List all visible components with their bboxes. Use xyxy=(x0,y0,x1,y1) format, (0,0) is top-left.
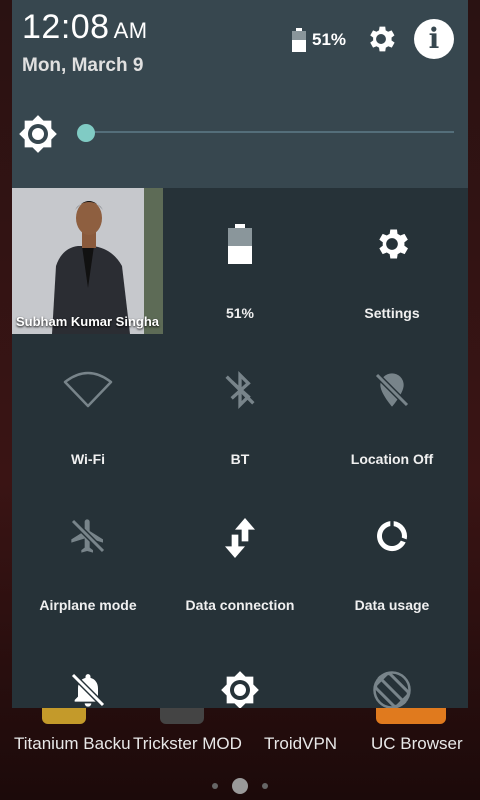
battery-status: 51% xyxy=(292,28,346,52)
tile-brightness[interactable] xyxy=(164,626,316,708)
tile-data-connection[interactable]: Data connection xyxy=(164,480,316,626)
gear-icon xyxy=(370,26,395,52)
battery-icon xyxy=(292,28,306,52)
page-dot xyxy=(212,783,218,789)
tile-settings[interactable]: Settings xyxy=(316,188,468,334)
tile-label: Wi-Fi xyxy=(70,451,106,467)
location-off-icon xyxy=(374,372,410,408)
app-label-troidvpn[interactable]: TroidVPN xyxy=(264,734,337,754)
tile-label: Settings xyxy=(364,305,420,321)
tile-airplane-mode[interactable]: Airplane mode xyxy=(12,480,164,626)
battery-percent: 51% xyxy=(312,30,347,49)
page-indicator xyxy=(0,778,480,794)
gear-icon xyxy=(379,229,408,259)
shade-header: 12:08 AM Mon, March 9 51% i xyxy=(12,0,468,188)
settings-button[interactable] xyxy=(364,22,398,56)
clock-time: 12:08 xyxy=(22,8,110,46)
brightness-icon[interactable] xyxy=(18,114,58,154)
user-profile-tile[interactable]: Subham Kumar Singha xyxy=(12,188,163,334)
notifications-off-icon xyxy=(70,672,106,708)
brightness-slider-thumb[interactable] xyxy=(76,124,95,142)
tile-location[interactable]: Location Off xyxy=(316,334,468,480)
clock[interactable]: 12:08 AM xyxy=(22,8,148,47)
app-label-uc-browser[interactable]: UC Browser xyxy=(371,734,463,754)
rotation-lock-icon xyxy=(373,671,411,708)
home-dot[interactable] xyxy=(232,778,248,794)
tile-rotation-lock[interactable] xyxy=(316,626,468,708)
data-arrows-icon xyxy=(225,518,255,558)
tile-label: Airplane mode xyxy=(39,597,137,613)
date[interactable]: Mon, March 9 xyxy=(22,55,143,77)
page-dot xyxy=(262,783,268,789)
tile-label: 51% xyxy=(225,305,255,321)
tile-wifi[interactable]: Wi-Fi xyxy=(12,334,164,480)
tile-label: Data usage xyxy=(354,597,430,613)
data-usage-icon xyxy=(377,521,408,552)
tile-notifications-off[interactable] xyxy=(12,626,164,708)
tile-label: BT xyxy=(230,451,250,467)
brightness-slider-track[interactable] xyxy=(78,131,454,133)
tile-bluetooth[interactable]: BT xyxy=(164,334,316,480)
quick-settings-panel: 12:08 AM Mon, March 9 51% i Subham Kumar… xyxy=(12,0,468,708)
info-button[interactable]: i xyxy=(414,19,454,59)
tile-label: Location Off xyxy=(350,451,434,467)
clock-ampm: AM xyxy=(113,18,148,43)
brightness-icon xyxy=(221,671,259,708)
user-name: Subham Kumar Singha xyxy=(15,314,160,329)
app-label-titanium[interactable]: Titanium Backu xyxy=(14,734,131,754)
tile-data-usage[interactable]: Data usage xyxy=(316,480,468,626)
wifi-icon xyxy=(63,371,113,408)
tile-battery[interactable]: 51% xyxy=(164,188,316,334)
airplane-icon xyxy=(70,518,106,554)
battery-icon xyxy=(228,224,252,264)
info-icon: i xyxy=(428,22,440,55)
app-label-trickster[interactable]: Trickster MOD xyxy=(133,734,242,754)
tile-label: Data connection xyxy=(185,597,295,613)
user-photo xyxy=(12,188,163,334)
bluetooth-icon xyxy=(225,370,255,410)
